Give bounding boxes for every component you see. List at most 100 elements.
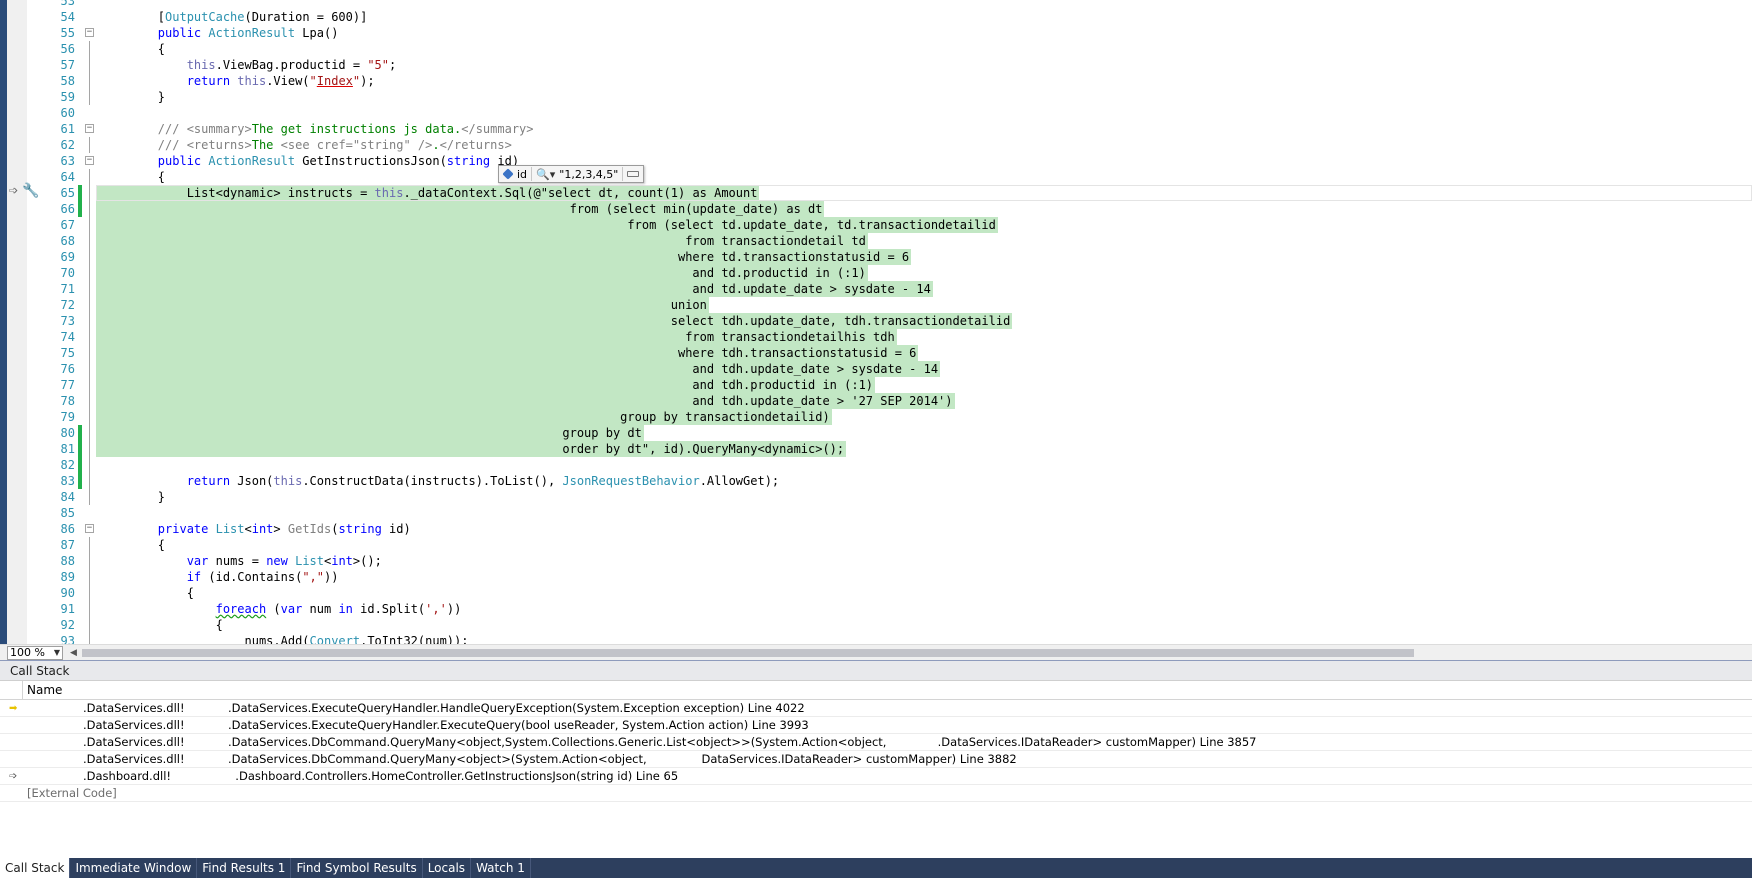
code-line[interactable]: 66 from (select min(update_date) as dt <box>0 201 1752 217</box>
code-text[interactable]: foreach (var num in id.Split(',')) <box>100 601 462 617</box>
chevron-down-icon[interactable]: ▼ <box>54 647 60 659</box>
code-line[interactable]: 93 nums.Add(Convert.ToInt32(num)); <box>0 633 1752 644</box>
code-text[interactable]: and tdh.productid in (:1) <box>100 377 873 393</box>
code-line[interactable]: 61 − /// <summary>The get instructions js… <box>0 121 1752 137</box>
code-text[interactable]: group by transactiondetailid) <box>100 409 830 425</box>
magnifier-dropdown-icon[interactable]: 🔍▾ <box>536 168 555 181</box>
tab-watch-1[interactable]: Watch 1 <box>471 858 531 878</box>
call-stack-row[interactable]: .DataServices.dll! .DataServices.DbComman… <box>0 734 1752 751</box>
code-text[interactable]: select tdh.update_date, tdh.transactiond… <box>100 313 1011 329</box>
code-line[interactable]: 53 <box>0 0 1752 9</box>
code-line[interactable]: 60 <box>0 105 1752 121</box>
code-text[interactable]: { <box>100 537 165 553</box>
tab-find-symbol-results[interactable]: Find Symbol Results <box>291 858 423 878</box>
code-text[interactable]: return Json(this.ConstructData(instructs… <box>100 473 779 489</box>
call-stack-row[interactable]: ➡ .DataServices.dll! .DataServices.Execute… <box>0 700 1752 717</box>
code-text[interactable]: and tdh.update_date > sysdate - 14 <box>100 361 938 377</box>
code-text[interactable]: /// <returns>The <see cref="string" />.<… <box>100 137 512 153</box>
tab-locals[interactable]: Locals <box>423 858 472 878</box>
code-text[interactable]: from (select td.update_date, td.transact… <box>100 217 995 233</box>
code-line[interactable]: 90 { <box>0 585 1752 601</box>
datatip[interactable]: id 🔍▾ "1,2,3,4,5" <box>498 165 645 183</box>
code-line[interactable]: 77 and tdh.productid in (:1) <box>0 377 1752 393</box>
code-text[interactable]: return this.View("Index"); <box>100 73 375 89</box>
code-text[interactable]: { <box>100 617 223 633</box>
code-text[interactable]: if (id.Contains(",")) <box>100 569 339 585</box>
code-line[interactable]: 57 this.ViewBag.productid = "5"; <box>0 57 1752 73</box>
code-line[interactable]: 79 group by transactiondetailid) <box>0 409 1752 425</box>
tab-call-stack[interactable]: Call Stack <box>0 858 71 878</box>
call-stack-row-external[interactable]: [External Code] <box>0 785 1752 802</box>
code-line[interactable]: 92 { <box>0 617 1752 633</box>
code-text[interactable]: public ActionResult GetInstructionsJson(… <box>100 153 519 169</box>
call-stack-row[interactable]: .DataServices.dll! .DataServices.ExecuteQ… <box>0 717 1752 734</box>
code-line[interactable]: 86 − private List<int> GetIds(string id) <box>0 521 1752 537</box>
code-text[interactable]: from transactiondetail td <box>100 233 866 249</box>
code-text[interactable]: and tdh.update_date > '27 SEP 2014') <box>100 393 952 409</box>
code-line[interactable]: 81 order by dt", id).QueryMany<dynamic>(… <box>0 441 1752 457</box>
collapse-icon[interactable]: − <box>85 28 94 37</box>
code-text[interactable]: and td.productid in (:1) <box>100 265 865 281</box>
code-text[interactable]: { <box>100 41 165 57</box>
code-line[interactable]: 85 <box>0 505 1752 521</box>
code-line[interactable]: 56 { <box>0 41 1752 57</box>
code-line[interactable]: 75 where tdh.transactionstatusid = 6 <box>0 345 1752 361</box>
code-text[interactable]: where td.transactionstatusid = 6 <box>100 249 909 265</box>
column-divider[interactable] <box>22 681 23 700</box>
collapse-icon[interactable]: − <box>85 524 94 533</box>
code-text[interactable]: private List<int> GetIds(string id) <box>100 521 411 537</box>
column-header-name[interactable]: Name <box>27 681 62 700</box>
code-line[interactable]: 55 − public ActionResult Lpa() <box>0 25 1752 41</box>
code-text[interactable]: this.ViewBag.productid = "5"; <box>100 57 397 73</box>
code-text[interactable]: and td.update_date > sysdate - 14 <box>100 281 930 297</box>
code-text[interactable]: group by dt <box>100 425 641 441</box>
zoom-dropdown[interactable]: 100 % ▼ <box>7 646 63 660</box>
code-line[interactable]: 69 where td.transactionstatusid = 6 <box>0 249 1752 265</box>
code-text[interactable]: { <box>100 169 165 185</box>
code-line[interactable]: 64 { <box>0 169 1752 185</box>
code-text[interactable]: [OutputCache(Duration = 600)] <box>100 9 368 25</box>
code-line[interactable]: 89 if (id.Contains(",")) <box>0 569 1752 585</box>
code-line[interactable]: 87 { <box>0 537 1752 553</box>
code-line[interactable]: 67 from (select td.update_date, td.trans… <box>0 217 1752 233</box>
code-line[interactable]: 84 } <box>0 489 1752 505</box>
code-text[interactable]: { <box>100 585 194 601</box>
horizontal-scrollbar-thumb[interactable] <box>82 649 1414 657</box>
collapse-icon[interactable]: − <box>85 156 94 165</box>
code-text[interactable]: nums.Add(Convert.ToInt32(num)); <box>100 633 468 644</box>
datatip-value[interactable]: "1,2,3,4,5" <box>559 168 618 181</box>
code-line[interactable]: 82 <box>0 457 1752 473</box>
tab-immediate-window[interactable]: Immediate Window <box>70 858 198 878</box>
code-line[interactable]: 76 and tdh.update_date > sysdate - 14 <box>0 361 1752 377</box>
pin-icon[interactable] <box>627 171 640 177</box>
code-line[interactable]: 73 select tdh.update_date, tdh.transacti… <box>0 313 1752 329</box>
code-lines[interactable]: 53 54 [OutputCache(Duration = 600)] 55− pu… <box>0 0 1752 644</box>
code-line[interactable]: 91 foreach (var num in id.Split(',')) <box>0 601 1752 617</box>
code-text[interactable]: union <box>100 297 707 313</box>
code-text[interactable]: } <box>100 89 165 105</box>
call-stack-row[interactable]: ➩ .Dashboard.dll! .Dashboard.Controllers.… <box>0 768 1752 785</box>
code-line[interactable]: 83 return Json(this.ConstructData(instru… <box>0 473 1752 489</box>
code-line[interactable]: 59 } <box>0 89 1752 105</box>
code-line[interactable]: 78 and tdh.update_date > '27 SEP 2014') <box>0 393 1752 409</box>
code-line[interactable]: 63 − public ActionResult GetInstructionsJ… <box>0 153 1752 169</box>
code-text[interactable]: var nums = new List<int>(); <box>100 553 382 569</box>
code-line[interactable]: 62 /// <returns>The <see cref="string" /… <box>0 137 1752 153</box>
code-line[interactable]: 54 [OutputCache(Duration = 600)] <box>0 9 1752 25</box>
code-text[interactable]: /// <summary>The get instructions js dat… <box>100 121 534 137</box>
code-text[interactable]: from transactiondetailhis tdh <box>100 329 895 345</box>
code-text[interactable]: public ActionResult Lpa() <box>100 25 339 41</box>
code-editor[interactable]: 53 54 [OutputCache(Duration = 600)] 55− pu… <box>0 0 1752 644</box>
call-stack-row[interactable]: .DataServices.dll! .DataServices.DbComman… <box>0 751 1752 768</box>
code-text[interactable]: where tdh.transactionstatusid = 6 <box>100 345 916 361</box>
code-text[interactable]: } <box>100 489 165 505</box>
code-line[interactable]: 58 return this.View("Index"); <box>0 73 1752 89</box>
code-line[interactable]: 68 from transactiondetail td <box>0 233 1752 249</box>
collapse-icon[interactable]: − <box>85 124 94 133</box>
code-line[interactable]: 70 and td.productid in (:1) <box>0 265 1752 281</box>
scroll-left-arrow-icon[interactable]: ◀ <box>70 648 77 658</box>
code-text[interactable]: from (select min(update_date) as dt <box>100 201 823 217</box>
tab-find-results-1[interactable]: Find Results 1 <box>197 858 292 878</box>
code-text[interactable]: order by dt", id).QueryMany<dynamic>(); <box>100 441 844 457</box>
code-line[interactable]: 72 union <box>0 297 1752 313</box>
